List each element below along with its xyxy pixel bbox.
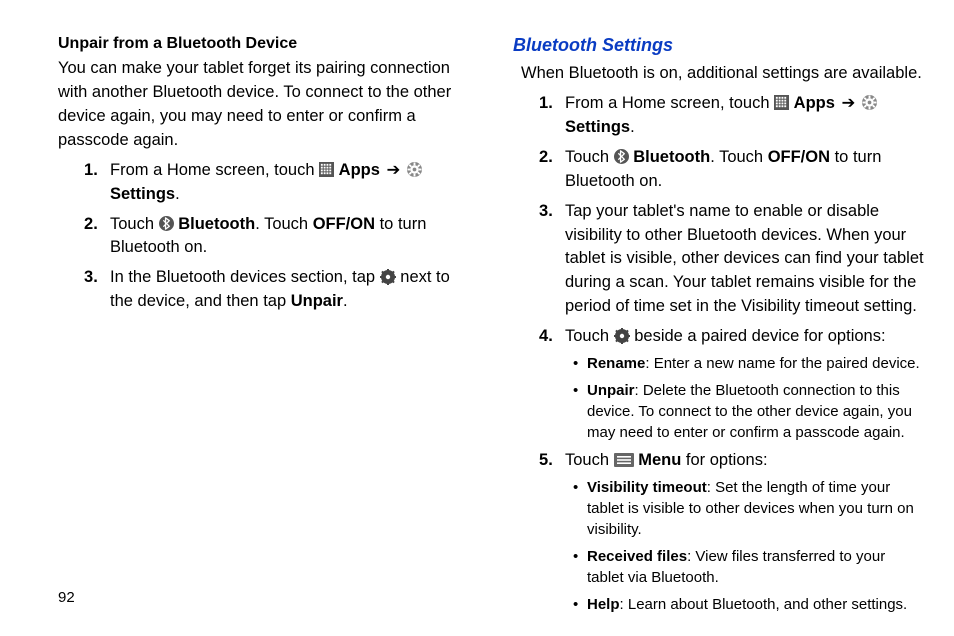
step-1: From a Home screen, touch Apps ➔ Setting… <box>565 92 924 140</box>
arrow-icon: ➔ <box>840 92 858 116</box>
step-text: Touch <box>565 327 614 345</box>
bullet-label: Received files <box>587 548 687 565</box>
bluetooth-icon <box>159 216 174 231</box>
manual-page: Unpair from a Bluetooth Device You can m… <box>0 0 954 636</box>
steps-list: From a Home screen, touch Apps ➔ Setting… <box>58 159 469 315</box>
bullet-label: Help <box>587 596 620 613</box>
step-3: In the Bluetooth devices section, tap ne… <box>110 266 469 314</box>
step-3: Tap your tablet's name to enable or disa… <box>565 200 924 320</box>
step-text: Touch <box>565 451 614 469</box>
step-text: . <box>343 292 348 310</box>
step-text: Touch <box>565 148 614 166</box>
bullet-label: Rename <box>587 355 645 372</box>
intro-paragraph: When Bluetooth is on, additional setting… <box>521 62 924 86</box>
bullet-visibility-timeout: Visibility timeout: Set the length of ti… <box>577 477 924 540</box>
step-text: From a Home screen, touch <box>110 161 319 179</box>
bullet-text: : Delete the Bluetooth connection to thi… <box>587 382 912 441</box>
step-text: Touch <box>110 215 159 233</box>
step-text: . Touch <box>710 148 767 166</box>
settings-icon <box>862 95 877 110</box>
apps-label: Apps <box>794 94 835 112</box>
bullet-label: Unpair <box>587 382 635 399</box>
menu-label: Menu <box>638 451 681 469</box>
offon-label: OFF/ON <box>313 215 375 233</box>
intro-paragraph: You can make your tablet forget its pair… <box>58 57 469 153</box>
arrow-icon: ➔ <box>385 159 403 183</box>
bluetooth-icon <box>614 149 629 164</box>
step-text: In the Bluetooth devices section, tap <box>110 268 380 286</box>
step-2: Touch Bluetooth. Touch OFF/ON to turn Bl… <box>110 213 469 261</box>
settings-icon <box>407 162 422 177</box>
section-heading-unpair: Unpair from a Bluetooth Device <box>58 35 469 53</box>
apps-label: Apps <box>339 161 380 179</box>
bluetooth-label: Bluetooth <box>178 215 255 233</box>
bullet-label: Visibility timeout <box>587 479 707 496</box>
step-text: Tap your tablet's name to enable or disa… <box>565 202 924 316</box>
step-text: . Touch <box>255 215 312 233</box>
apps-icon <box>774 95 789 110</box>
page-number: 92 <box>58 589 75 606</box>
apps-icon <box>319 162 334 177</box>
menu-icon <box>614 453 634 467</box>
steps-list: From a Home screen, touch Apps ➔ Setting… <box>513 92 924 615</box>
step-text: beside a paired device for options: <box>634 327 885 345</box>
bullet-rename: Rename: Enter a new name for the paired … <box>577 353 924 374</box>
step-1: From a Home screen, touch Apps ➔ Setting… <box>110 159 469 207</box>
bullet-text: : Enter a new name for the paired device… <box>645 355 919 372</box>
step-text: From a Home screen, touch <box>565 94 774 112</box>
settings-label: Settings <box>565 118 630 136</box>
left-column: Unpair from a Bluetooth Device You can m… <box>58 35 499 636</box>
offon-label: OFF/ON <box>768 148 830 166</box>
bullet-list: Rename: Enter a new name for the paired … <box>565 353 924 443</box>
unpair-label: Unpair <box>291 292 343 310</box>
gear-icon <box>614 328 630 344</box>
bullet-help: Help: Learn about Bluetooth, and other s… <box>577 594 924 615</box>
bullet-list: Visibility timeout: Set the length of ti… <box>565 477 924 615</box>
step-5: Touch Menu for options: Visibility timeo… <box>565 449 924 615</box>
bullet-text: : Learn about Bluetooth, and other setti… <box>620 596 908 613</box>
bullet-unpair: Unpair: Delete the Bluetooth connection … <box>577 380 924 443</box>
bullet-received-files: Received files: View files transferred t… <box>577 546 924 588</box>
step-2: Touch Bluetooth. Touch OFF/ON to turn Bl… <box>565 146 924 194</box>
settings-label: Settings <box>110 185 175 203</box>
section-heading-bluetooth-settings: Bluetooth Settings <box>513 35 924 56</box>
step-text: for options: <box>681 451 767 469</box>
bluetooth-label: Bluetooth <box>633 148 710 166</box>
step-4: Touch beside a paired device for options… <box>565 325 924 443</box>
right-column: Bluetooth Settings When Bluetooth is on,… <box>499 35 924 636</box>
gear-icon <box>380 269 396 285</box>
